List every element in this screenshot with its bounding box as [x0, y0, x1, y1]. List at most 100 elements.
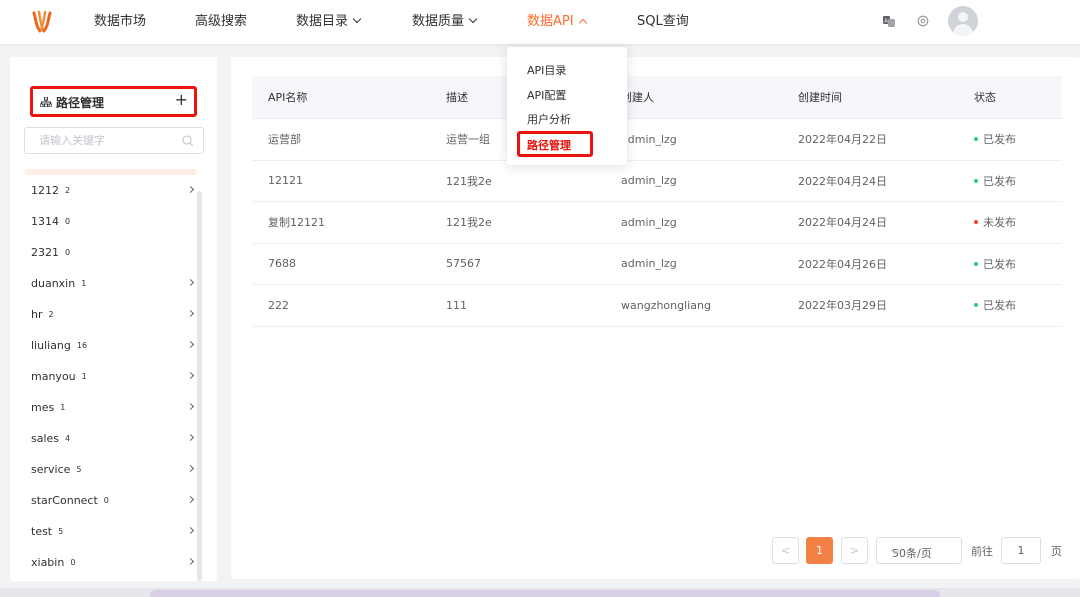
search-input[interactable] — [25, 128, 175, 153]
sidebar-item[interactable]: starConnect 0 — [10, 485, 205, 516]
sidebar-tree-list: 1212 2 1314 0 2321 0 duanxin 1 hr 2 liuliang 16 many… — [10, 175, 205, 578]
cell-status: 已发布 — [974, 285, 1016, 326]
nav-sql-query[interactable]: SQL查询 — [637, 0, 689, 44]
cell-creator: admin_lzg — [621, 174, 677, 188]
nav-label: 数据API — [527, 14, 574, 29]
sidebar-item-text: starConnect — [31, 494, 98, 507]
menu-item-user-analysis[interactable]: 用户分析 — [527, 111, 571, 127]
sidebar-item-label: manyou 1 — [31, 370, 87, 383]
goto-page-input[interactable]: 1 — [1001, 537, 1041, 564]
page-size-value: 50条/页 — [892, 547, 932, 560]
sidebar-item[interactable]: service 5 — [10, 454, 205, 485]
chevron-right-icon[interactable] — [186, 526, 195, 535]
sidebar-item-count: 5 — [58, 527, 64, 536]
status-dot-icon — [974, 220, 978, 225]
avatar[interactable] — [948, 6, 978, 36]
chevron-right-icon[interactable] — [186, 185, 195, 194]
chevron-down-icon — [468, 14, 478, 24]
sidebar-item[interactable]: hr 2 — [10, 299, 205, 330]
status-badge: 已发布 — [983, 257, 1016, 271]
cell-created-time: 2022年04月26日 — [798, 257, 887, 271]
nav-data-api[interactable]: 数据API — [527, 0, 587, 44]
cell-api-name: 复制12121 — [268, 216, 325, 230]
scrollbar[interactable] — [197, 191, 202, 581]
tree-icon — [40, 97, 52, 107]
chevron-right-icon[interactable] — [186, 278, 195, 287]
sidebar-item-text: manyou — [31, 370, 76, 383]
sidebar-item-text: 1314 — [31, 215, 59, 228]
sidebar-item[interactable]: duanxin 1 — [10, 268, 205, 299]
column-header-description[interactable]: 描述 — [446, 76, 468, 118]
sidebar-item-text: service — [31, 463, 71, 476]
sidebar-item[interactable]: manyou 1 — [10, 361, 205, 392]
sidebar-item[interactable]: 2321 0 — [10, 237, 205, 268]
cell-status: 已发布 — [974, 161, 1016, 202]
status-dot-icon — [974, 137, 978, 142]
table-header: API名称 描述 创建人 创建时间 状态 — [252, 76, 1062, 119]
nav-data-quality[interactable]: 数据质量 — [412, 0, 478, 44]
sidebar-item[interactable]: xiabin 0 — [10, 547, 205, 578]
table-row[interactable]: 7688 57567 admin_lzg 2022年04月26日 已发布 — [252, 244, 1062, 285]
logo-icon[interactable] — [30, 10, 54, 34]
translate-icon[interactable]: A — [882, 14, 896, 28]
sidebar-item-text: 2321 — [31, 246, 59, 259]
nav-data-market[interactable]: 数据市场 — [94, 0, 146, 44]
next-page-button[interactable]: > — [841, 537, 868, 564]
nav-data-catalog[interactable]: 数据目录 — [296, 0, 362, 44]
sidebar-item[interactable]: sales 4 — [10, 423, 205, 454]
chevron-right-icon[interactable] — [186, 433, 195, 442]
prev-page-button[interactable]: < — [772, 537, 799, 564]
top-navbar: 数据市场 高级搜索 数据目录 数据质量 数据API SQL查询 A — [0, 0, 1080, 44]
column-header-created-time[interactable]: 创建时间 — [798, 76, 842, 118]
nav-label: SQL查询 — [637, 14, 689, 29]
chevron-right-icon[interactable] — [186, 557, 195, 566]
table-row[interactable]: 运营部 运营一组 admin_lzg 2022年04月22日 已发布 — [252, 119, 1062, 161]
settings-icon[interactable] — [916, 14, 930, 28]
menu-item-path-management[interactable]: 路径管理 — [527, 137, 571, 153]
search-icon[interactable] — [182, 135, 194, 147]
cell-description: 121我2e — [446, 174, 492, 188]
chevron-right-icon[interactable] — [186, 371, 195, 380]
sidebar-item-text: liuliang — [31, 339, 71, 352]
nav-label: 数据目录 — [296, 14, 349, 29]
page-button-current[interactable]: 1 — [806, 537, 833, 564]
sidebar-item-count: 0 — [65, 248, 71, 257]
bottom-bar — [150, 590, 940, 597]
sidebar-item-count: 0 — [70, 558, 76, 567]
chevron-right-icon[interactable] — [186, 340, 195, 349]
add-icon[interactable]: + — [175, 90, 188, 110]
table-row[interactable]: 复制12121 121我2e admin_lzg 2022年04月24日 未发布 — [252, 202, 1062, 244]
sidebar-item-count: 0 — [103, 496, 109, 505]
column-header-status[interactable]: 状态 — [974, 76, 996, 118]
menu-item-api-config[interactable]: API配置 — [527, 87, 566, 103]
sidebar-item[interactable]: test 5 — [10, 516, 205, 547]
sidebar-item-label: xiabin 0 — [31, 556, 75, 569]
sidebar-item[interactable]: liuliang 16 — [10, 330, 205, 361]
sidebar-item-label: sales 4 — [31, 432, 70, 445]
chevron-right-icon[interactable] — [186, 402, 195, 411]
cell-creator: admin_lzg — [621, 132, 677, 146]
status-badge: 已发布 — [983, 299, 1016, 313]
nav-advanced-search[interactable]: 高级搜索 — [195, 0, 247, 44]
menu-item-api-catalog[interactable]: API目录 — [527, 62, 566, 78]
sidebar-item-count: 0 — [65, 217, 71, 226]
cell-creator: wangzhongliang — [621, 298, 711, 312]
chevron-right-icon[interactable] — [186, 464, 195, 473]
table-row[interactable]: 12121 121我2e admin_lzg 2022年04月24日 已发布 — [252, 161, 1062, 202]
page-size-select[interactable]: 50条/页 — [876, 537, 962, 564]
sidebar-item-count: 4 — [65, 434, 71, 443]
sidebar-item-text: 1212 — [31, 184, 59, 197]
sidebar-item-count: 5 — [76, 465, 82, 474]
main-panel: API名称 描述 创建人 创建时间 状态 运营部 运营一组 admin_lzg 202… — [231, 57, 1080, 579]
sidebar-item-count: 2 — [48, 310, 54, 319]
table-row[interactable]: 222 111 wangzhongliang 2022年03月29日 已发布 — [252, 285, 1062, 327]
sidebar-item[interactable]: 1314 0 — [10, 206, 205, 237]
chevron-right-icon[interactable] — [186, 495, 195, 504]
sidebar-item[interactable]: 1212 2 — [10, 175, 205, 206]
cell-api-name: 7688 — [268, 257, 296, 271]
column-header-api-name[interactable]: API名称 — [268, 76, 307, 118]
cell-status: 已发布 — [974, 244, 1016, 285]
chevron-right-icon[interactable] — [186, 309, 195, 318]
sidebar-item[interactable]: mes 1 — [10, 392, 205, 423]
sidebar-item-count: 1 — [81, 279, 87, 288]
